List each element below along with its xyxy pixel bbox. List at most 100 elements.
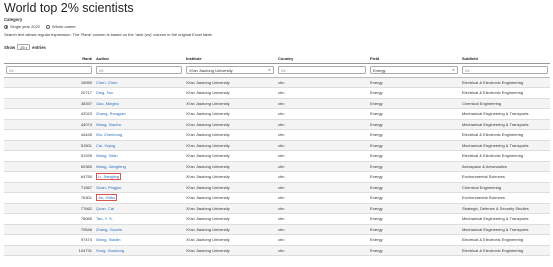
author-link[interactable]: Wang, Xiaolin [96, 237, 121, 242]
author-link[interactable]: Ding, Tao [96, 90, 113, 95]
author-link[interactable]: Chen, Chen [96, 80, 117, 85]
entries-label: entries [32, 44, 46, 50]
radio-single-year-label: Single year 2022 [10, 24, 41, 29]
table-row: 64750 Li, Jiangling Xi'an Jiaotong Univers… [4, 171, 550, 183]
table-row: 44074 Wang, Xiaohu Xi'an Jiaotong Universi… [4, 119, 550, 130]
country-cell: chn [276, 245, 368, 256]
rank-cell: 38397 [4, 98, 94, 109]
rank-cell: 77662 [4, 203, 94, 214]
institute-cell: Xi'an Jiaotong University [184, 213, 276, 225]
author-link[interactable]: Li, Jiangling [96, 173, 122, 181]
field-cell: Energy [368, 234, 460, 246]
author-cell: Wang, Xiaohu [94, 119, 184, 130]
header-field[interactable]: Field [368, 55, 460, 64]
author-link[interactable]: Cai, Yiqing [96, 143, 115, 148]
header-author[interactable]: Author [94, 55, 184, 64]
rank-cell: 64750 [4, 171, 94, 183]
rank-cell: 60365 [4, 161, 94, 172]
country-cell: chn [276, 108, 368, 120]
country-cell: chn [276, 150, 368, 162]
country-cell: chn [276, 224, 368, 235]
entries-length-control: Show 25▾ entries [4, 44, 46, 50]
institute-cell: Xi'an Jiaotong University [184, 161, 276, 172]
author-link[interactable]: Guan, Pingjun [96, 185, 121, 190]
author-cell: Zhang, Rongyan [94, 108, 184, 120]
header-institute[interactable]: Institute [184, 55, 276, 64]
radio-whole-career[interactable]: Whole career [46, 24, 76, 29]
field-filter-input[interactable]: Energy ✕ [370, 66, 458, 74]
field-cell: Energy [368, 140, 460, 151]
author-link[interactable]: Song, Guodong [96, 248, 124, 253]
author-cell: Gao, Mingbo [94, 98, 184, 109]
clear-icon[interactable]: ✕ [452, 68, 455, 72]
clear-icon[interactable]: ✕ [268, 68, 271, 72]
country-cell: chn [276, 161, 368, 172]
rank-filter-input[interactable]: All [6, 66, 92, 74]
author-link[interactable]: Jin, Zhibo [96, 194, 118, 202]
field-cell: Energy [368, 224, 460, 235]
author-link[interactable]: Wang, Xifan [96, 153, 118, 158]
field-cell: Energy [368, 98, 460, 109]
subfield-cell: Mechanical Engineering & Transports [460, 140, 550, 151]
radio-whole-career-dot[interactable] [46, 24, 51, 29]
country-cell: chn [276, 213, 368, 225]
table-row: 79546 Zhang, Guoxin Xi'an Jiaotong Univers… [4, 224, 550, 235]
field-cell: Energy [368, 192, 460, 204]
rank-cell: 104731 [4, 245, 94, 256]
field-cell: Energy [368, 119, 460, 130]
field-cell: Energy [368, 182, 460, 193]
institute-cell: Xi'an Jiaotong University [184, 150, 276, 162]
field-cell: Energy [368, 150, 460, 162]
table-row: 44445 Wu, Zhenhong Xi'an Jiaotong Universi… [4, 129, 550, 141]
field-cell: Energy [368, 213, 460, 225]
radio-single-year-dot[interactable] [4, 24, 8, 29]
author-filter-input[interactable]: All [96, 66, 182, 74]
chevron-down-icon: ▾ [25, 46, 28, 50]
field-cell: Energy [368, 108, 460, 120]
author-link[interactable]: Quan, Cai [96, 206, 114, 211]
field-cell: Energy [368, 161, 460, 172]
rank-cell: 76301 [4, 192, 94, 204]
author-cell: Wu, Zhenhong [94, 129, 184, 141]
subfield-cell: Electrical & Electronic Engineering [460, 150, 550, 162]
country-filter-input[interactable]: All [278, 66, 366, 74]
institute-filter-input[interactable]: Xi'an Jiaotong University ✕ [186, 66, 274, 74]
author-cell: Ding, Tao [94, 87, 184, 99]
author-link[interactable]: Wu, Zhenhong [96, 132, 122, 137]
author-link[interactable]: Wang, Jiangfeng [96, 164, 126, 169]
institute-cell: Xi'an Jiaotong University [184, 140, 276, 151]
author-link[interactable]: Tao, Y. S. [96, 216, 113, 221]
table-row: 16959 Chen, Chen Xi'an Jiaotong University… [4, 77, 550, 88]
institute-cell: Xi'an Jiaotong University [184, 192, 276, 204]
subfield-cell: Aerospace & Aeronautics [460, 161, 550, 172]
rank-cell: 44074 [4, 119, 94, 130]
author-cell: Wang, Xiaolin [94, 234, 184, 246]
rank-cell: 16959 [4, 77, 94, 88]
country-cell: chn [276, 87, 368, 99]
entries-select[interactable]: 25▾ [17, 44, 31, 50]
author-link[interactable]: Wang, Xiaohu [96, 122, 121, 127]
rank-cell: 78065 [4, 213, 94, 225]
institute-cell: Xi'an Jiaotong University [184, 203, 276, 214]
subfield-cell: Mechanical Engineering & Transports [460, 213, 550, 225]
country-cell: chn [276, 119, 368, 130]
radio-single-year[interactable]: Single year 2022 [4, 24, 40, 29]
author-cell: Quan, Cai [94, 203, 184, 214]
country-cell: chn [276, 234, 368, 246]
rank-cell: 79546 [4, 224, 94, 235]
header-subfield[interactable]: Subfield [460, 55, 550, 64]
field-cell: Energy [368, 77, 460, 88]
page-title: World top 2% scientists [4, 1, 134, 15]
table-row: 38397 Gao, Mingbo Xi'an Jiaotong Universit… [4, 98, 550, 109]
header-country[interactable]: Country [276, 55, 368, 64]
institute-cell: Xi'an Jiaotong University [184, 98, 276, 109]
author-link[interactable]: Gao, Mingbo [96, 101, 119, 106]
subfield-filter-input[interactable]: All [462, 66, 548, 74]
author-cell: Zhang, Guoxin [94, 224, 184, 235]
subfield-cell: Environmental Sciences [460, 192, 550, 204]
header-rank[interactable]: Rank [4, 55, 94, 64]
author-link[interactable]: Zhang, Rongyan [96, 111, 126, 116]
table-row: 42023 Zhang, Rongyan Xi'an Jiaotong Univer… [4, 108, 550, 120]
author-link[interactable]: Zhang, Guoxin [96, 227, 122, 232]
country-cell: chn [276, 192, 368, 204]
